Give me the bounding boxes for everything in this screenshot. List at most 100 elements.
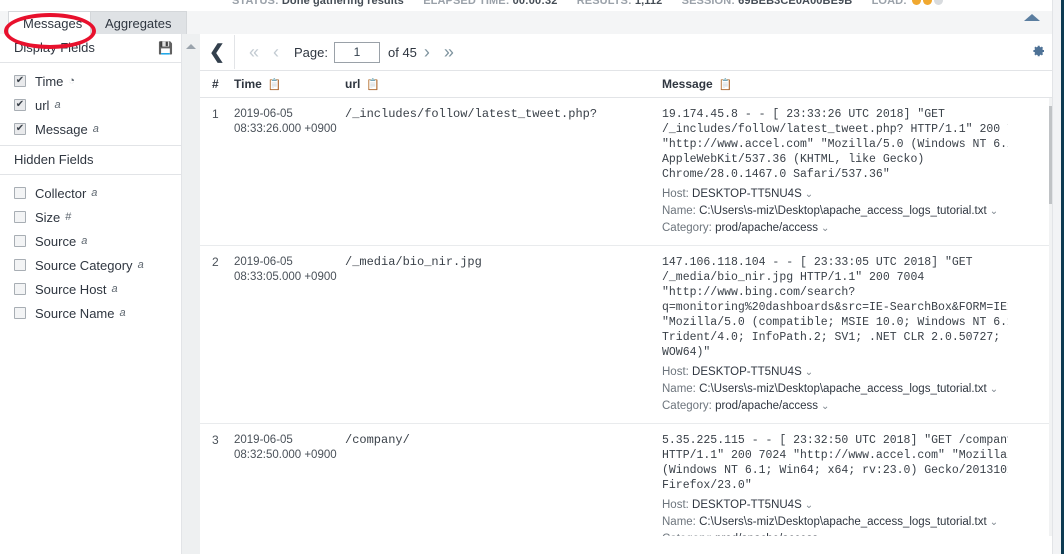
row-time: 2019-06-05 08:33:05.000 +0900 [234,255,345,415]
chevron-down-icon[interactable]: ⌄ [821,401,829,412]
field-row-source-category[interactable]: Source Category a [0,253,181,277]
row-metadata: Host: DESKTOP-TT5NU4S ⌄ Name: C:\Users\s-m… [662,364,1008,415]
checkbox-checked-icon[interactable]: ✔ [14,99,26,111]
field-row-url[interactable]: ✔ url a [0,93,181,117]
page-input[interactable] [334,41,380,63]
last-page-button[interactable]: » [437,43,461,61]
row-metadata: Host: DESKTOP-TT5NU4S ⌄ Name: C:\Users\s-m… [662,186,1008,237]
field-label: Source Category [35,257,133,273]
row-clock: 08:32:50.000 +0900 [234,449,337,461]
field-row-source-name[interactable]: Source Name a [0,301,181,325]
table-row[interactable]: 2 2019-06-05 08:33:05.000 +0900 /_media/bio… [200,246,1064,424]
field-row-source-host[interactable]: Source Host a [0,277,181,301]
col-url: url 📋 [345,77,662,91]
results-value: 1,112 [634,0,663,7]
field-type-icon: a [119,307,126,319]
metadata-value: DESKTOP-TT5NU4S [692,366,802,378]
chevron-down-icon[interactable]: ⌄ [990,384,998,395]
col-index: # [212,77,219,91]
chevron-down-icon[interactable]: ⌄ [805,189,813,200]
row-index: 2 [212,255,219,269]
metadata-name: Name: C:\Users\s-miz\Desktop\apache_acce… [662,203,1008,220]
hidden-fields-list: Collector a Size # Source a Source Category a So… [0,175,181,329]
search-results-page: STATUS: Done gathering results ELAPSED T… [0,0,1064,554]
tab-messages[interactable]: Messages [8,11,98,34]
checkbox-icon[interactable] [14,211,26,223]
checkbox-icon[interactable] [14,283,26,295]
field-type-icon: a [111,283,118,295]
chevron-down-icon[interactable]: ⌄ [990,206,998,217]
session-value: 69BEB3CE0A00BE9B [738,0,853,7]
checkbox-icon[interactable] [14,235,26,247]
tab-aggregates[interactable]: Aggregates [90,11,187,34]
session-label: SESSION: [681,0,736,7]
table-row[interactable]: 1 2019-06-05 08:33:26.000 +0900 /_includes/… [200,98,1064,246]
row-message-text: 5.35.225.115 - - [ 23:32:50 UTC 2018] "G… [662,434,1008,492]
copy-icon[interactable]: 📋 [719,79,733,91]
field-row-time[interactable]: ✔ Time ◔ [0,69,181,93]
metadata-name: Name: C:\Users\s-miz\Desktop\apache_acce… [662,381,1008,398]
metadata-key: Name: [662,205,700,217]
checkbox-icon[interactable] [14,187,26,199]
row-url: /_includes/follow/latest_tweet.php? [345,107,598,121]
metadata-key: Host: [662,366,693,378]
hidden-fields-title: Hidden Fields [14,152,94,167]
metadata-key: Name: [662,383,700,395]
field-row-message[interactable]: ✔ Message a [0,117,181,141]
back-button[interactable]: ❮ [200,35,235,69]
row-date: 2019-06-05 [234,434,293,446]
row-clock: 08:33:05.000 +0900 [234,271,337,283]
metadata-value: C:\Users\s-miz\Desktop\apache_access_log… [699,516,987,528]
gear-icon[interactable] [1030,43,1046,59]
row-time: 2019-06-05 08:33:26.000 +0900 [234,107,345,237]
checkbox-icon[interactable] [14,307,26,319]
field-row-source[interactable]: Source a [0,229,181,253]
window-scrollbar[interactable] [1052,0,1064,554]
field-label: Source Name [35,305,115,321]
copy-icon[interactable]: 📋 [366,79,380,91]
chevron-down-icon[interactable]: ⌄ [821,223,829,234]
row-date: 2019-06-05 [234,256,293,268]
row-message-text: 19.174.45.8 - - [ 23:33:26 UTC 2018] "GE… [662,108,1008,181]
checkbox-checked-icon[interactable]: ✔ [14,123,26,135]
load-dot [934,0,944,5]
field-type-icon: a [54,99,61,111]
metadata-value: prod/apache/access [715,533,818,536]
collapse-panel-button[interactable] [1021,7,1043,27]
metadata-value: DESKTOP-TT5NU4S [692,188,802,200]
col-message-label: Message [662,77,713,91]
table-row[interactable]: 3 2019-06-05 08:32:50.000 +0900/company/5.… [200,424,1064,536]
chevron-down-icon[interactable]: ⌄ [821,534,829,536]
prev-page-button[interactable]: ‹ [266,43,286,61]
status-value: Done gathering results [281,0,404,7]
copy-icon[interactable]: 📋 [268,79,282,91]
load-dot [912,0,922,5]
row-date: 2019-06-05 [234,108,293,120]
next-page-button[interactable]: › [417,43,437,61]
checkbox-icon[interactable] [14,259,26,271]
col-time-label: Time [234,77,262,91]
metadata-key: Category: [662,533,715,536]
field-label: Size [35,209,61,225]
field-row-size[interactable]: Size # [0,205,181,229]
first-page-button[interactable]: « [242,43,266,61]
chevron-down-icon[interactable]: ⌄ [990,517,998,528]
panel-splitter[interactable] [182,34,201,554]
row-url: /company/ [345,433,410,447]
scroll-up-icon[interactable] [186,44,196,49]
metadata-host: Host: DESKTOP-TT5NU4S ⌄ [662,364,1008,381]
chevron-down-icon[interactable]: ⌄ [805,367,813,378]
save-icon[interactable]: 💾 [158,42,173,54]
metadata-name: Name: C:\Users\s-miz\Desktop\apache_acce… [662,514,1008,531]
field-label: Source Host [35,281,107,297]
display-fields-header: Display Fields 💾 [0,34,181,63]
field-label: Message [35,121,88,137]
field-row-collector[interactable]: Collector a [0,181,181,205]
display-fields-list: ✔ Time ◔ ✔ url a ✔ Message a [0,63,181,145]
col-time: Time 📋 [234,77,345,91]
chevron-down-icon[interactable]: ⌄ [805,500,813,511]
col-url-label: url [345,77,361,91]
field-label: Time [35,73,64,89]
checkbox-checked-icon[interactable]: ✔ [14,75,26,87]
metadata-category: Category: prod/apache/access⌄ [662,398,1008,415]
